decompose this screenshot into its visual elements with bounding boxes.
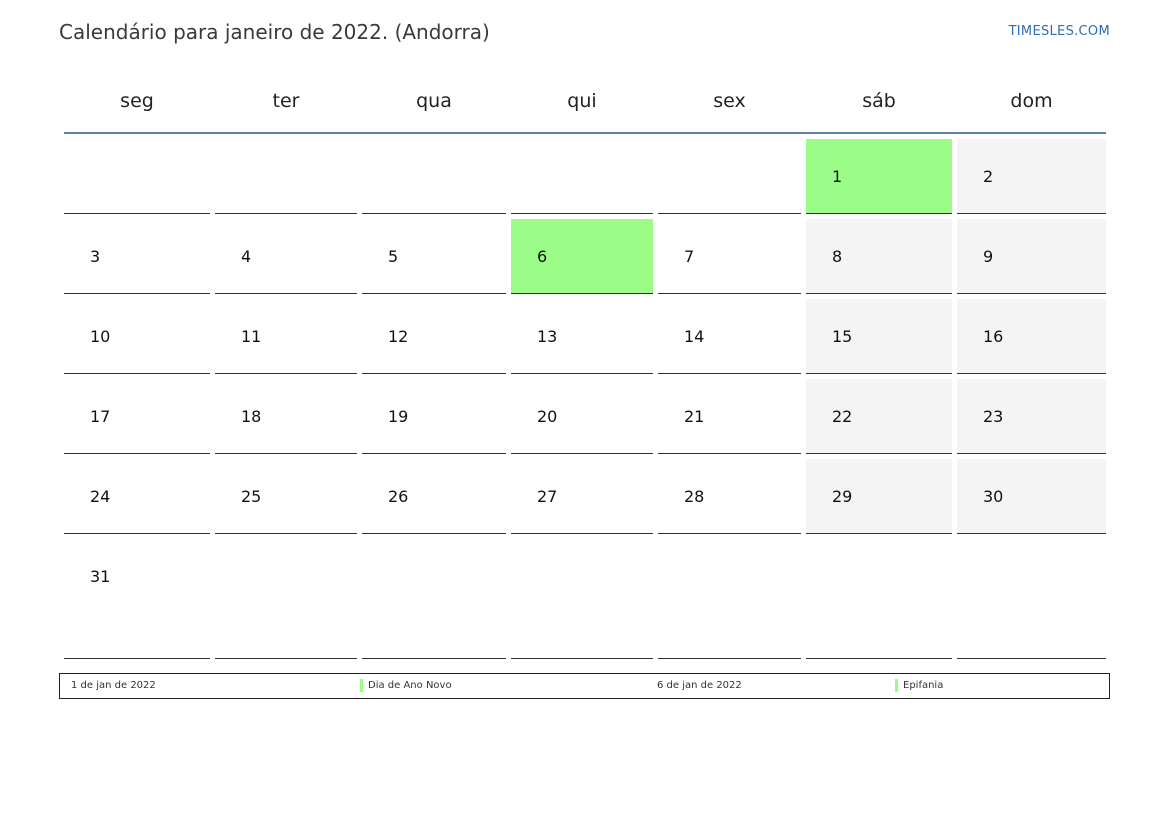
- day-number: 17: [90, 407, 111, 426]
- day-cell: 25: [215, 459, 357, 534]
- day-number: 10: [90, 327, 111, 346]
- day-number: 19: [388, 407, 409, 426]
- day-cell: [215, 139, 357, 214]
- day-cell: 16: [957, 299, 1106, 374]
- day-number: 21: [684, 407, 705, 426]
- day-cell: 28: [658, 459, 801, 534]
- weekday-wed: qua: [416, 90, 452, 112]
- legend-date-1: 1 de jan de 2022: [71, 680, 156, 691]
- weekday-thu: qui: [567, 90, 597, 112]
- day-number: 20: [537, 407, 558, 426]
- day-number: 24: [90, 487, 111, 506]
- day-cell: [658, 139, 801, 214]
- day-cell: [511, 139, 653, 214]
- day-number: 30: [983, 487, 1004, 506]
- day-cell: 21: [658, 379, 801, 454]
- day-number: 12: [388, 327, 409, 346]
- day-cell: [957, 539, 1106, 659]
- calendar: seg ter qua qui sex sáb dom 1 2 3 4 5 6 7 8 9 10 1…: [64, 70, 1106, 664]
- day-cell: [215, 539, 357, 659]
- day-cell: [362, 539, 506, 659]
- day-cell: 4: [215, 219, 357, 294]
- day-number: 5: [388, 247, 399, 266]
- day-number: 7: [684, 247, 695, 266]
- day-cell: 3: [64, 219, 210, 294]
- day-cell: 11: [215, 299, 357, 374]
- day-number: 3: [90, 247, 101, 266]
- day-number: 27: [537, 487, 558, 506]
- day-number: 23: [983, 407, 1004, 426]
- day-cell: 22: [806, 379, 952, 454]
- day-cell: 18: [215, 379, 357, 454]
- day-number: 29: [832, 487, 853, 506]
- day-number: 28: [684, 487, 705, 506]
- day-number: 2: [983, 167, 994, 186]
- holiday-legend: 1 de jan de 2022 Dia de Ano Novo 6 de ja…: [59, 673, 1110, 699]
- day-cell: 10: [64, 299, 210, 374]
- day-cell: 17: [64, 379, 210, 454]
- day-number: 4: [241, 247, 252, 266]
- day-cell: 30: [957, 459, 1106, 534]
- day-number: 15: [832, 327, 853, 346]
- day-number: 9: [983, 247, 994, 266]
- day-cell: [511, 539, 653, 659]
- day-cell: 2: [957, 139, 1106, 214]
- day-number: 26: [388, 487, 409, 506]
- day-cell: 31: [64, 539, 210, 659]
- weekday-sat: sáb: [862, 90, 896, 112]
- day-cell: 13: [511, 299, 653, 374]
- day-cell: 19: [362, 379, 506, 454]
- day-cell: 6: [511, 219, 653, 294]
- day-number: 6: [537, 247, 548, 266]
- day-cell: 15: [806, 299, 952, 374]
- day-cell: 26: [362, 459, 506, 534]
- legend-color-mark: [360, 679, 363, 692]
- day-grid: 1 2 3 4 5 6 7 8 9 10 11 12 13 14 15 16 17 18 19 20 21 22 23 24 2…: [64, 139, 1106, 664]
- day-cell: 23: [957, 379, 1106, 454]
- legend-date-2: 6 de jan de 2022: [657, 680, 742, 691]
- weekday-header: seg ter qua qui sex sáb dom: [64, 70, 1106, 134]
- weekday-sun: dom: [1010, 90, 1053, 112]
- day-number: 16: [983, 327, 1004, 346]
- day-number: 11: [241, 327, 262, 346]
- legend-name-1: Dia de Ano Novo: [368, 680, 452, 691]
- weekday-fri: sex: [713, 90, 746, 112]
- weekday-tue: ter: [272, 90, 300, 112]
- day-number: 1: [832, 167, 843, 186]
- day-cell: 29: [806, 459, 952, 534]
- day-number: 13: [537, 327, 558, 346]
- day-cell: 20: [511, 379, 653, 454]
- weekday-mon: seg: [120, 90, 154, 112]
- day-cell: [806, 539, 952, 659]
- day-cell: [658, 539, 801, 659]
- day-number: 18: [241, 407, 262, 426]
- day-number: 14: [684, 327, 705, 346]
- legend-name-2: Epifania: [903, 680, 944, 691]
- day-cell: 24: [64, 459, 210, 534]
- day-cell: 1: [806, 139, 952, 214]
- brand-link[interactable]: TIMESLES.COM: [1009, 24, 1110, 39]
- day-number: 31: [90, 567, 111, 586]
- page-title: Calendário para janeiro de 2022. (Andorr…: [59, 20, 490, 44]
- day-cell: [64, 139, 210, 214]
- day-cell: 9: [957, 219, 1106, 294]
- day-cell: 12: [362, 299, 506, 374]
- day-cell: 14: [658, 299, 801, 374]
- day-number: 8: [832, 247, 843, 266]
- day-number: 22: [832, 407, 853, 426]
- day-cell: 5: [362, 219, 506, 294]
- day-cell: 8: [806, 219, 952, 294]
- day-number: 25: [241, 487, 262, 506]
- legend-color-mark: [895, 679, 898, 692]
- day-cell: 7: [658, 219, 801, 294]
- day-cell: [362, 139, 506, 214]
- day-cell: 27: [511, 459, 653, 534]
